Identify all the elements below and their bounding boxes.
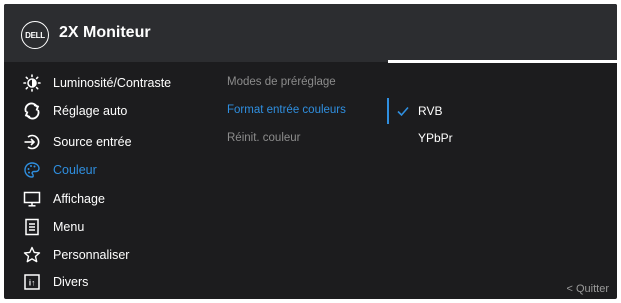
option-ypbpr[interactable]: YPbPr [418, 130, 453, 146]
others-icon: i↑ [22, 272, 42, 292]
option-rvb[interactable]: RVB [396, 103, 442, 119]
menu-item-auto-adjust[interactable]: Réglage auto [22, 100, 207, 122]
dell-logo: DELL [21, 21, 49, 49]
brightness-icon [22, 73, 42, 93]
auto-adjust-icon [22, 101, 42, 121]
svg-text:i↑: i↑ [29, 279, 35, 288]
menu-item-display[interactable]: Affichage [22, 188, 207, 210]
header-underline [388, 60, 617, 63]
quit-button[interactable]: < Quitter [567, 283, 610, 295]
main-menu: Luminosité/Contraste Réglage auto Source… [4, 62, 210, 299]
option-label: YPbPr [418, 131, 453, 145]
menu-item-label: Source entrée [53, 135, 132, 149]
menu-item-color[interactable]: Couleur [22, 159, 207, 181]
menu-item-label: Couleur [53, 163, 97, 177]
menu-item-others[interactable]: i↑ Divers [22, 271, 207, 293]
dell-logo-text: DELL [25, 30, 45, 40]
monitor-title: 2X Moniteur [59, 24, 151, 41]
menu-item-input-source[interactable]: Source entrée [22, 131, 207, 153]
menu-item-label: Menu [53, 220, 85, 234]
menu-item-label: Réglage auto [53, 104, 128, 118]
menu-item-brightness-contrast[interactable]: Luminosité/Contraste [22, 72, 207, 94]
osd-header: DELL 2X Moniteur [4, 4, 617, 62]
checkmark-icon [396, 104, 410, 118]
color-palette-icon [22, 160, 42, 180]
input-source-icon [22, 132, 42, 152]
submenu-item-preset-modes[interactable]: Modes de préréglage [227, 76, 336, 88]
selection-divider [387, 98, 389, 124]
display-icon [22, 189, 42, 209]
menu-item-label: Affichage [53, 192, 105, 206]
option-label: RVB [418, 104, 443, 118]
menu-item-label: Personnaliser [53, 248, 130, 262]
menu-item-label: Luminosité/Contraste [53, 76, 172, 90]
menu-doc-icon [22, 217, 42, 237]
submenu-item-reset-color[interactable]: Réinit. couleur [227, 132, 301, 144]
menu-item-label: Divers [53, 275, 89, 289]
star-icon [22, 245, 42, 265]
menu-item-personalize[interactable]: Personnaliser [22, 244, 207, 266]
menu-item-menu[interactable]: Menu [22, 216, 207, 238]
submenu-item-input-color-format[interactable]: Format entrée couleurs [227, 104, 346, 116]
osd-menu-window: DELL 2X Moniteur Luminosité/Contraste Ré… [4, 4, 617, 299]
